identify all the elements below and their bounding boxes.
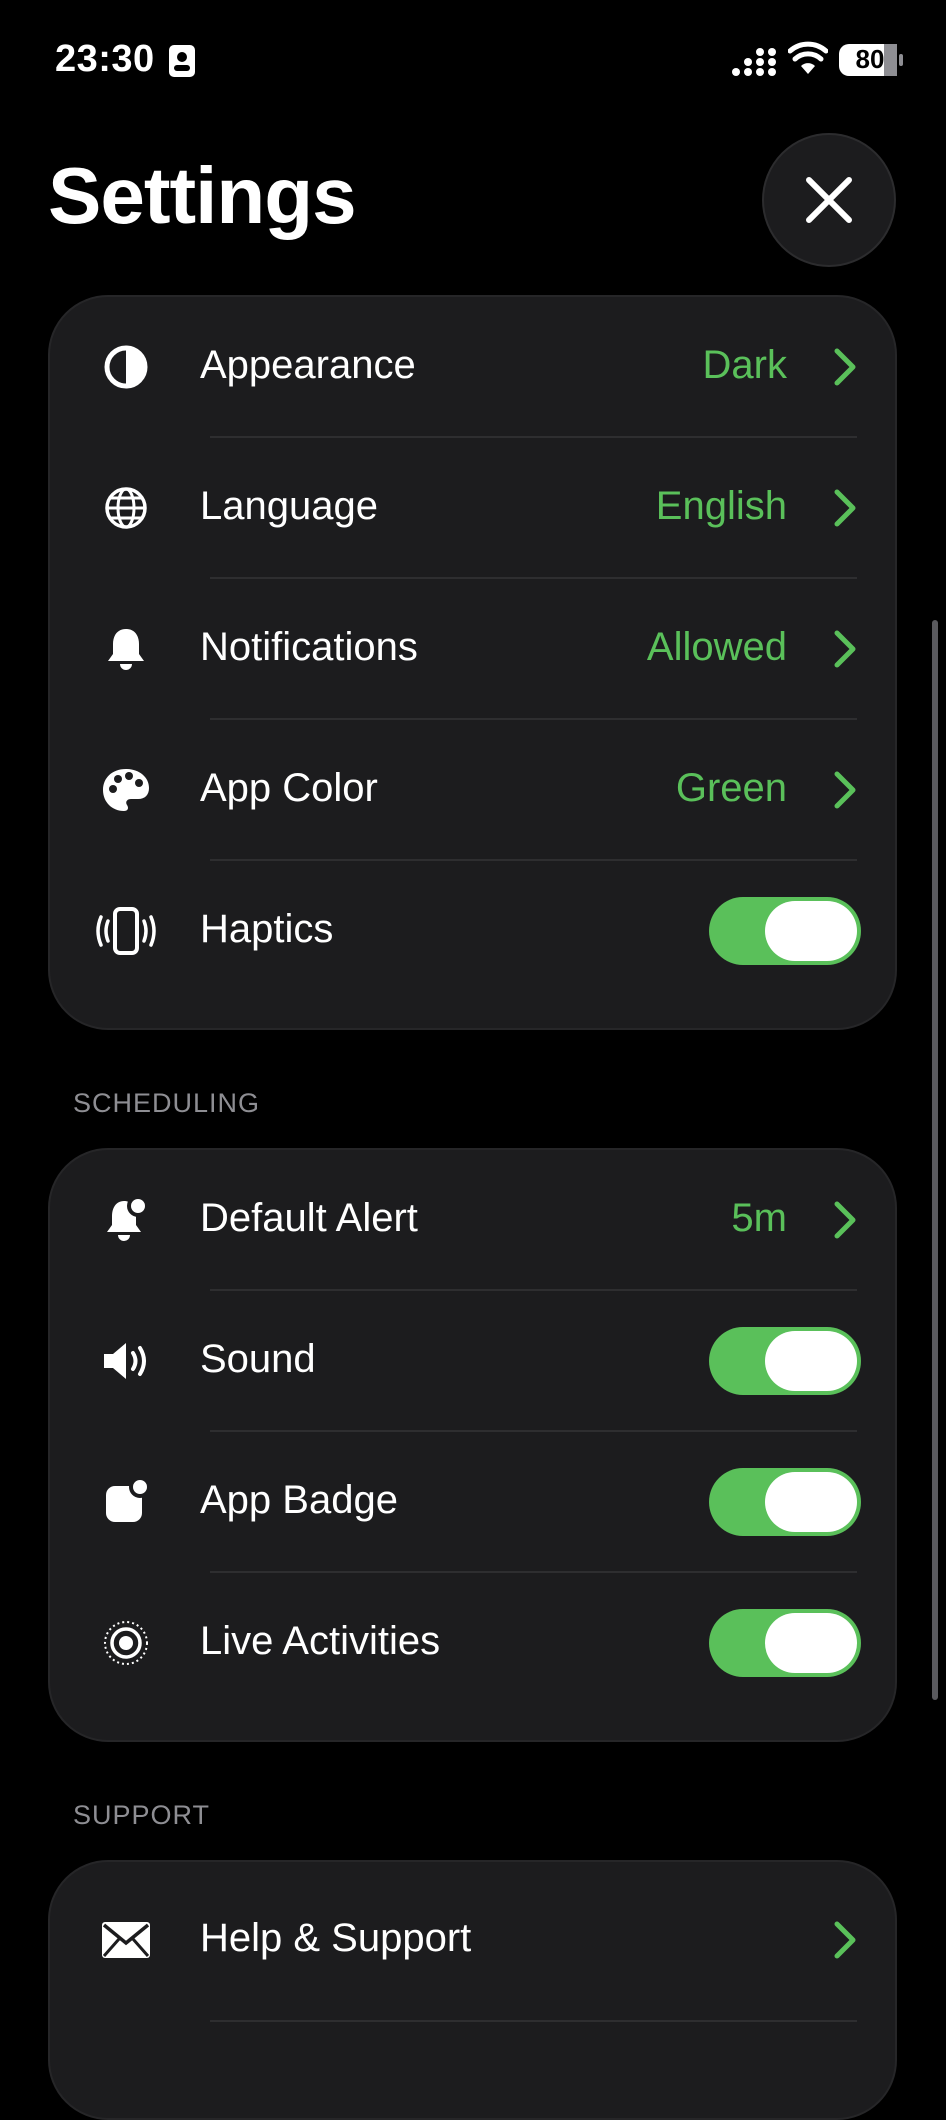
- default-alert-value: 5m: [731, 1196, 787, 1240]
- sound-toggle[interactable]: [709, 1327, 861, 1395]
- scheduling-card: Default Alert 5m Sound App Badge Live Ac…: [48, 1148, 897, 1742]
- live-activity-icon: [104, 1621, 148, 1665]
- default-alert-row[interactable]: Default Alert 5m: [50, 1150, 895, 1291]
- speaker-icon: [104, 1343, 146, 1379]
- toggle-knob: [765, 901, 857, 961]
- close-button[interactable]: [762, 133, 896, 267]
- live-activities-row: Live Activities: [50, 1573, 895, 1714]
- language-label: Language: [200, 484, 378, 528]
- chevron-right-icon: [834, 1921, 856, 1959]
- default-alert-label: Default Alert: [200, 1196, 418, 1240]
- haptics-toggle[interactable]: [709, 897, 861, 965]
- appearance-value: Dark: [702, 343, 787, 387]
- haptics-icon: [96, 907, 156, 955]
- close-icon: [806, 177, 852, 223]
- globe-icon: [105, 487, 147, 529]
- chevron-right-icon: [834, 630, 856, 668]
- cellular-signal-icon: [732, 48, 776, 76]
- app-badge-toggle[interactable]: [709, 1468, 861, 1536]
- battery-level: 80: [855, 44, 885, 74]
- scrollbar[interactable]: [932, 620, 938, 1700]
- live-activities-label: Live Activities: [200, 1619, 441, 1663]
- help-support-row[interactable]: Help & Support: [50, 1862, 895, 2022]
- notifications-label: Notifications: [200, 625, 418, 669]
- wifi-icon: [788, 41, 828, 74]
- support-section-header: SUPPORT: [73, 1800, 211, 1830]
- page-title: Settings: [48, 151, 357, 240]
- appearance-label: Appearance: [200, 343, 416, 387]
- notifications-row[interactable]: Notifications Allowed: [50, 579, 895, 720]
- chevron-right-icon: [834, 489, 856, 527]
- envelope-icon: [102, 1922, 150, 1958]
- toggle-knob: [765, 1613, 857, 1673]
- notifications-value: Allowed: [646, 625, 787, 669]
- bell-icon: [108, 629, 144, 670]
- language-value: English: [655, 484, 787, 528]
- help-support-label: Help & Support: [200, 1916, 472, 1960]
- app-badge-row: App Badge: [50, 1432, 895, 1573]
- sound-row: Sound: [50, 1291, 895, 1432]
- haptics-label: Haptics: [200, 907, 334, 951]
- palette-icon: [103, 769, 149, 811]
- divider: [210, 2020, 857, 2022]
- app-badge-label: App Badge: [200, 1478, 398, 1522]
- scheduling-section-header: SCHEDULING: [73, 1088, 261, 1118]
- bell-badge-icon: [107, 1195, 149, 1241]
- general-settings-card: Appearance Dark Language English Notific…: [48, 295, 897, 1030]
- chevron-right-icon: [834, 348, 856, 386]
- chevron-right-icon: [834, 771, 856, 809]
- app-color-label: App Color: [200, 766, 378, 810]
- status-bar: 23:30 80: [0, 0, 946, 120]
- status-time: 23:30: [55, 38, 155, 80]
- contrast-icon: [104, 345, 148, 389]
- appearance-row[interactable]: Appearance Dark: [50, 297, 895, 438]
- app-badge-icon: [106, 1476, 151, 1522]
- chevron-right-icon: [834, 1201, 856, 1239]
- live-activities-toggle[interactable]: [709, 1609, 861, 1677]
- support-card: Help & Support: [48, 1860, 897, 2120]
- haptics-row: Haptics: [50, 861, 895, 1002]
- toggle-knob: [765, 1472, 857, 1532]
- app-color-value: Green: [675, 766, 787, 810]
- toggle-knob: [765, 1331, 857, 1391]
- language-row[interactable]: Language English: [50, 438, 895, 579]
- sound-label: Sound: [200, 1337, 316, 1381]
- app-color-row[interactable]: App Color Green: [50, 720, 895, 861]
- id-card-icon: [169, 45, 195, 77]
